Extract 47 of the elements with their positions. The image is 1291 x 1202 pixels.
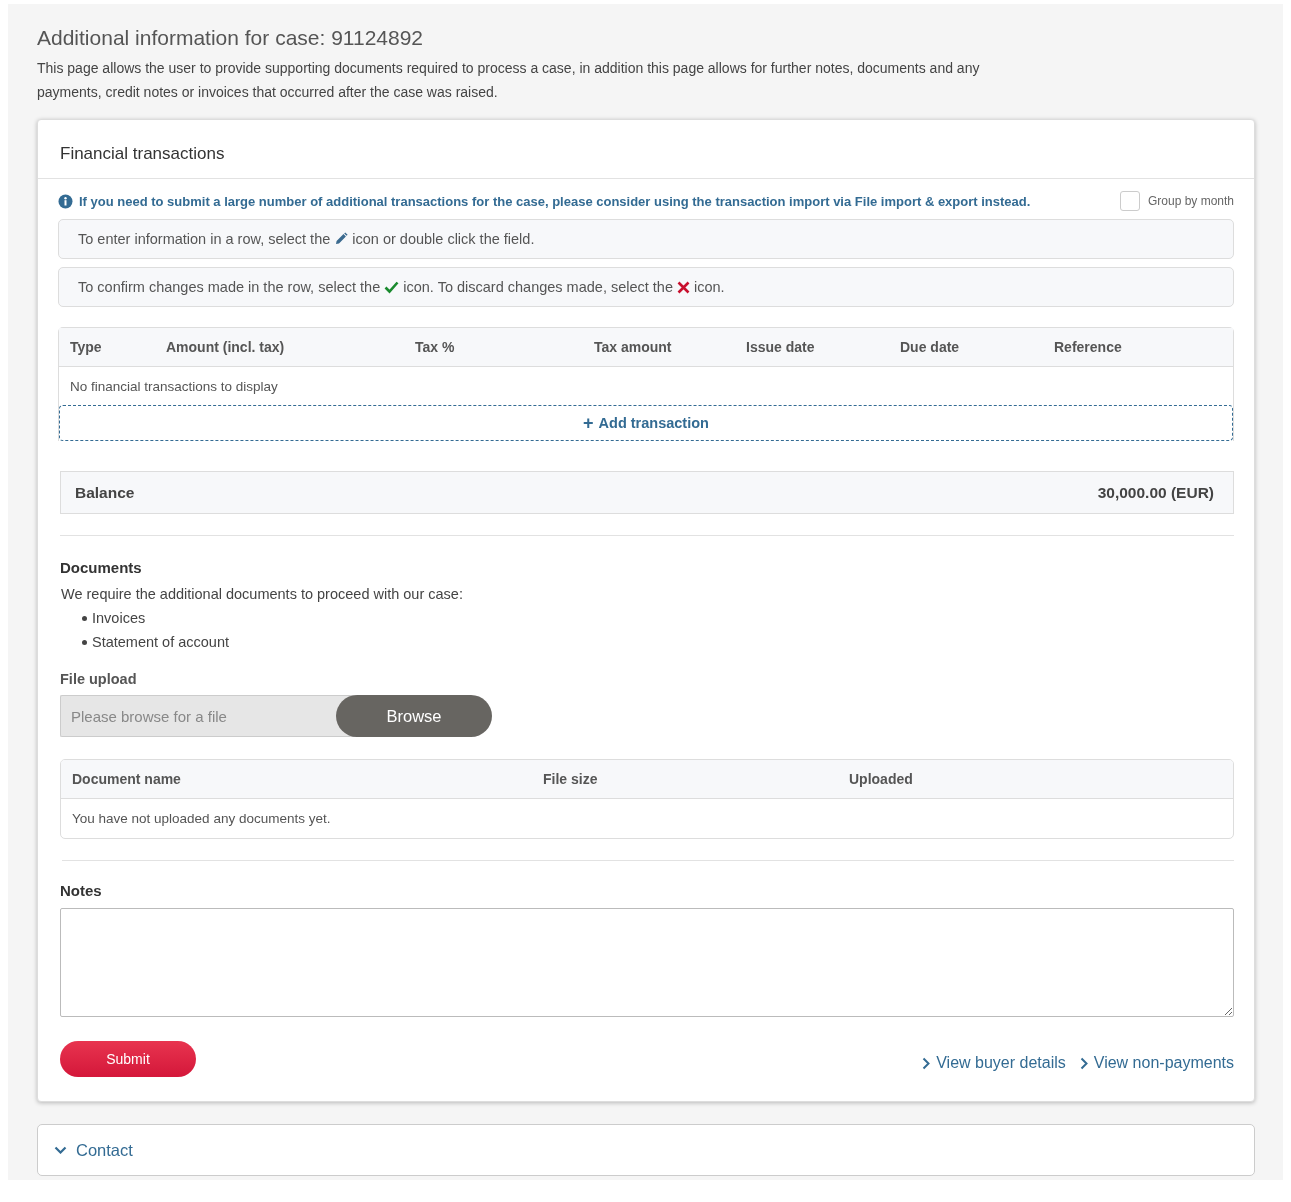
documents-intro: We require the additional documents to proceed with our case: — [61, 585, 464, 604]
section-title: Notes — [60, 882, 103, 899]
checkbox-label: Group by month — [1147, 194, 1234, 208]
hint-text: To confirm changes made in the row, select the — [78, 279, 381, 295]
column-header: File size — [543, 771, 599, 787]
info-notice: If you need to submit a large number of additional transactions for the case, please consider using the transaction import via File import & export instead. — [79, 193, 1031, 209]
check-icon — [384, 280, 400, 294]
hint-text: icon. To discard changes made, select the — [403, 279, 673, 295]
chevron-right-icon — [1079, 1056, 1088, 1070]
notes-field[interactable] — [60, 908, 1234, 1017]
balance-label: Balance — [75, 483, 135, 502]
column-header: Document name — [72, 771, 182, 787]
close-icon — [677, 280, 690, 294]
required-document: Invoices — [92, 609, 146, 628]
column-header: Issue date — [746, 339, 816, 355]
empty-message: No financial transactions to display — [70, 379, 278, 394]
card-title: Financial transactions — [38, 120, 1254, 179]
contact-panel-header[interactable]: Contact — [37, 1124, 1255, 1176]
bullet-icon — [82, 639, 87, 645]
hint-text: icon or double click the field. — [352, 231, 535, 247]
submit-button[interactable]: Submit — [60, 1041, 196, 1077]
column-header: Type — [70, 339, 103, 355]
hint-text: To enter information in a row, select the — [78, 231, 331, 247]
section-title: Documents — [60, 559, 143, 576]
column-header: Tax % — [415, 339, 456, 355]
column-header: Reference — [1054, 339, 1123, 355]
nav-link[interactable]: View buyer details — [922, 1054, 1066, 1072]
checkbox[interactable] — [1119, 191, 1140, 211]
nav-link[interactable]: View non-payments — [1079, 1054, 1234, 1072]
page-description: This page allows the user to provide supporting documents required to process a case, in addition this page allows for further notes, documents and any payments, credit notes or invoices that occurred after the case was raised. — [37, 59, 981, 102]
column-header: Tax amount — [594, 339, 673, 355]
required-document: Statement of account — [92, 633, 230, 652]
bullet-icon — [82, 615, 87, 621]
column-header: Uploaded — [849, 771, 914, 787]
pencil-icon — [334, 232, 349, 246]
column-header: Amount (incl. tax) — [166, 339, 286, 355]
info-icon — [58, 193, 73, 209]
hint-text: icon. — [694, 279, 725, 295]
field-label: File upload — [60, 671, 138, 687]
chevron-right-icon — [922, 1056, 931, 1070]
column-header: Due date — [900, 339, 961, 355]
balance-value: 30,000.00 (EUR) — [1097, 483, 1214, 502]
chevron-down-icon — [54, 1146, 67, 1154]
browse-button[interactable]: Browse — [336, 695, 492, 737]
empty-message: You have not uploaded any documents yet. — [72, 811, 331, 826]
add-transaction-button[interactable]: + Add transaction — [59, 405, 1233, 441]
page-title: Additional information for case: 91124892 — [37, 26, 425, 50]
